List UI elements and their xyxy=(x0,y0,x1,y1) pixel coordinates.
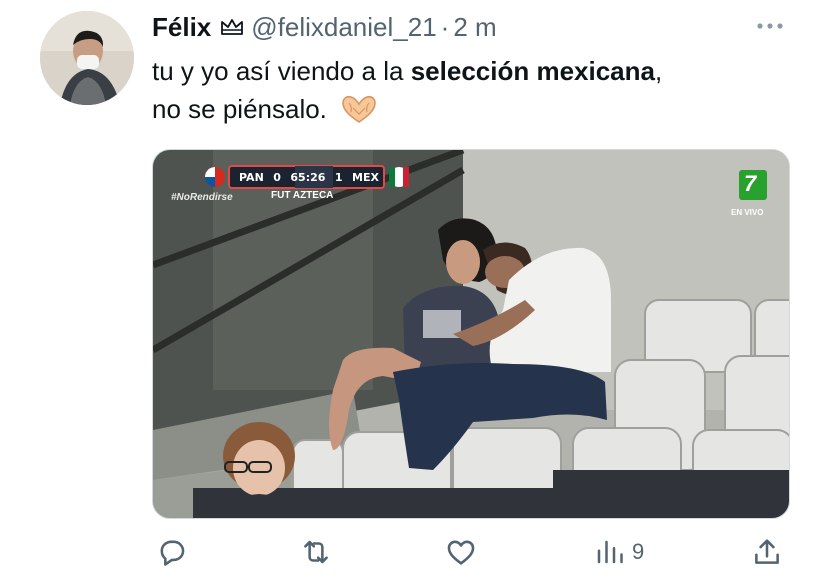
crown-icon xyxy=(219,16,245,38)
scoreboard: PAN 0 65:26 1 MEX xyxy=(239,167,379,187)
separator-dot: · xyxy=(440,11,450,42)
author-handle[interactable]: @felixdaniel_21 xyxy=(251,12,436,43)
home-score: 0 xyxy=(273,170,281,184)
author-name[interactable]: Félix xyxy=(152,12,211,43)
like-button[interactable] xyxy=(444,532,478,572)
more-options-button[interactable] xyxy=(752,12,788,40)
hashtag-overlay: #NoRendirse xyxy=(171,192,233,203)
avatar[interactable] xyxy=(40,11,134,105)
more-dots-icon xyxy=(757,23,783,29)
broadcaster-logo: FUT AZTECA xyxy=(271,190,334,201)
tweet-text-part1: tu y yo así viendo a la xyxy=(152,56,411,86)
tweet-text-line2: no se piénsalo. xyxy=(152,94,327,124)
channel-logo: 7 xyxy=(744,171,757,196)
views-count: 9 xyxy=(632,539,645,564)
views-button[interactable]: 9 xyxy=(594,532,644,572)
reply-icon xyxy=(160,540,185,566)
tweet-text-bold: selección mexicana xyxy=(410,56,655,86)
away-team: MEX xyxy=(352,170,379,184)
avatar-image xyxy=(40,11,134,105)
heart-hands-emoji xyxy=(340,94,378,134)
tweet-header: Félix @felixdaniel_21 · 2 m xyxy=(152,10,497,44)
match-clock: 65:26 xyxy=(290,170,326,184)
reply-button[interactable] xyxy=(154,532,188,572)
tweet-actions: 9 xyxy=(152,532,788,572)
views-icon xyxy=(597,540,623,564)
tweet-media[interactable]: PAN 0 65:26 1 MEX #NoRendirse FUT AZTECA… xyxy=(152,149,790,519)
tweet-text-part2: , xyxy=(654,56,663,86)
heart-icon xyxy=(447,540,475,565)
home-team: PAN xyxy=(239,170,264,184)
live-label: EN VIVO xyxy=(731,208,764,217)
timestamp[interactable]: 2 m xyxy=(453,12,496,43)
tweet-text: tu y yo así viendo a la selección mexica… xyxy=(152,52,792,134)
retweet-button[interactable] xyxy=(298,532,334,572)
share-button[interactable] xyxy=(750,532,784,572)
away-score: 1 xyxy=(334,170,343,184)
share-icon xyxy=(755,539,779,564)
retweet-icon xyxy=(304,540,328,564)
